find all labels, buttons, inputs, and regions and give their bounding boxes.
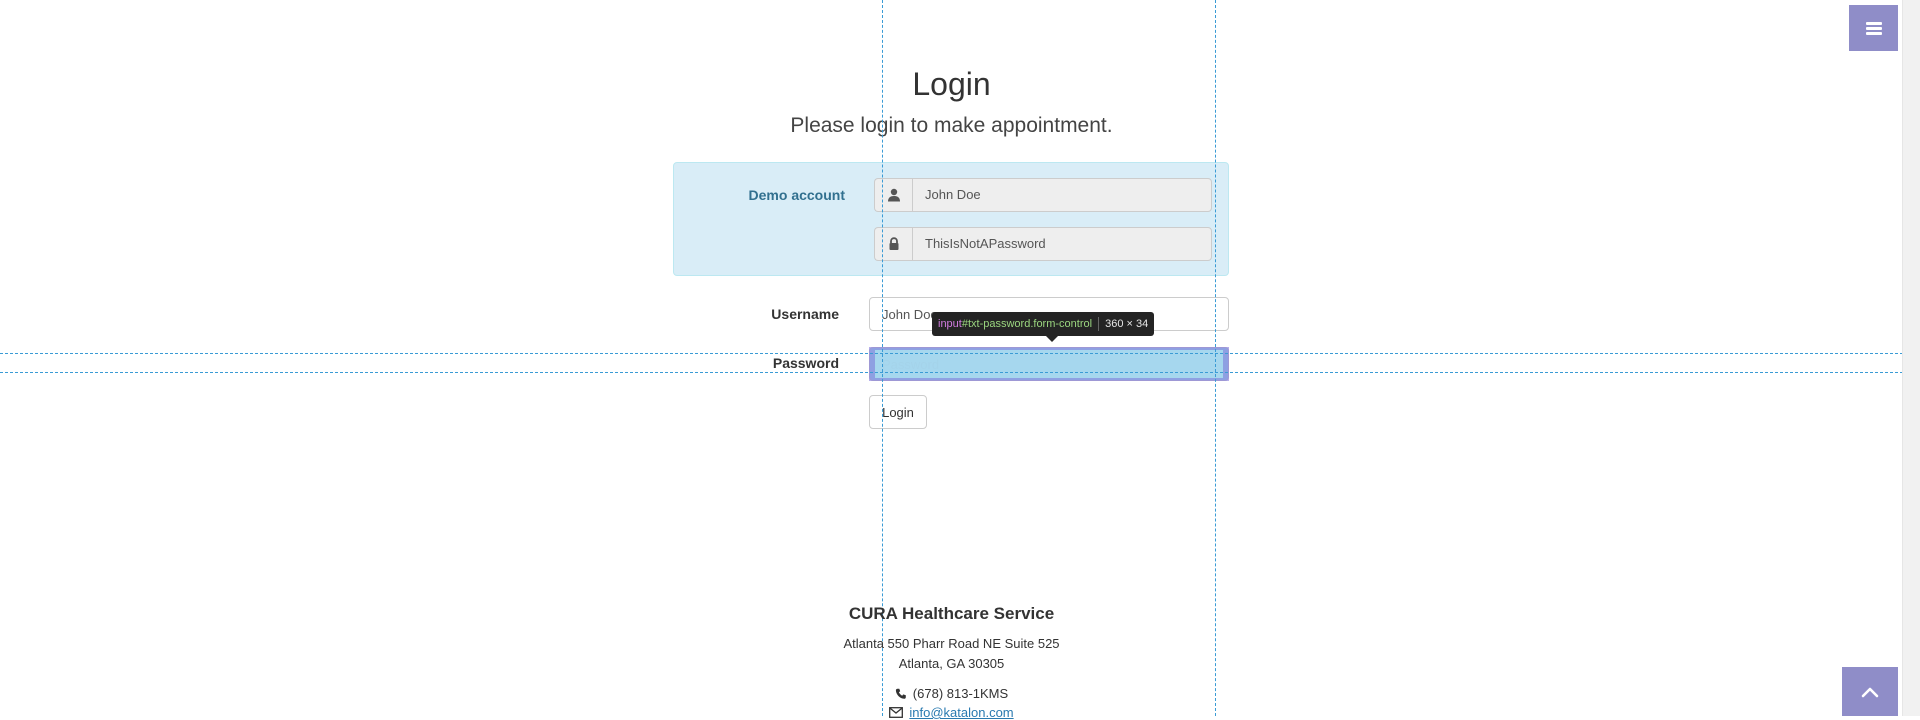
menu-toggle-button[interactable] [1849,5,1898,51]
demo-username-group: John Doe [874,178,1212,212]
password-label: Password [772,355,839,371]
demo-username-value: John Doe [912,178,1212,212]
footer-email-link[interactable]: info@katalon.com [909,705,1013,720]
demo-password-value: ThisIsNotAPassword [912,227,1212,261]
hamburger-menu-icon [1865,21,1882,35]
tooltip-size: 360 × 34 [1105,318,1149,330]
page-scrollbar[interactable] [1902,0,1920,716]
tooltip-divider [1098,317,1100,331]
footer-company-name: CURA Healthcare Service [848,604,1055,623]
chevron-up-icon [1861,687,1879,697]
page: Login Please login to make appointment. … [0,0,1903,720]
footer-email: info@katalon.com [0,705,1903,720]
phone-icon [895,688,906,699]
footer-phone: (678) 813-1KMS [0,686,1903,701]
footer-phone-number: (678) 813-1KMS [912,686,1009,701]
tooltip-selector: #txt-password.form-control [961,318,1093,330]
page-subtitle: Please login to make appointment. [790,114,1113,137]
footer-address-line1: Atlanta 550 Pharr Road NE Suite 525 [843,636,1060,651]
envelope-icon [889,707,904,718]
user-icon [874,178,912,212]
password-input[interactable] [869,347,1229,381]
username-label: Username [771,306,839,322]
demo-password-group: ThisIsNotAPassword [874,227,1212,261]
demo-account-label: Demo account [748,187,845,203]
inspector-tooltip: input #txt-password.form-control 360 × 34 [932,312,1155,342]
tooltip-tag: input [938,318,962,330]
footer-address-line2: Atlanta, GA 30305 [898,656,1005,671]
lock-icon [874,227,912,261]
login-button[interactable]: Login [869,395,927,429]
back-to-top-button[interactable] [1842,667,1898,716]
page-title: Login [912,66,991,102]
